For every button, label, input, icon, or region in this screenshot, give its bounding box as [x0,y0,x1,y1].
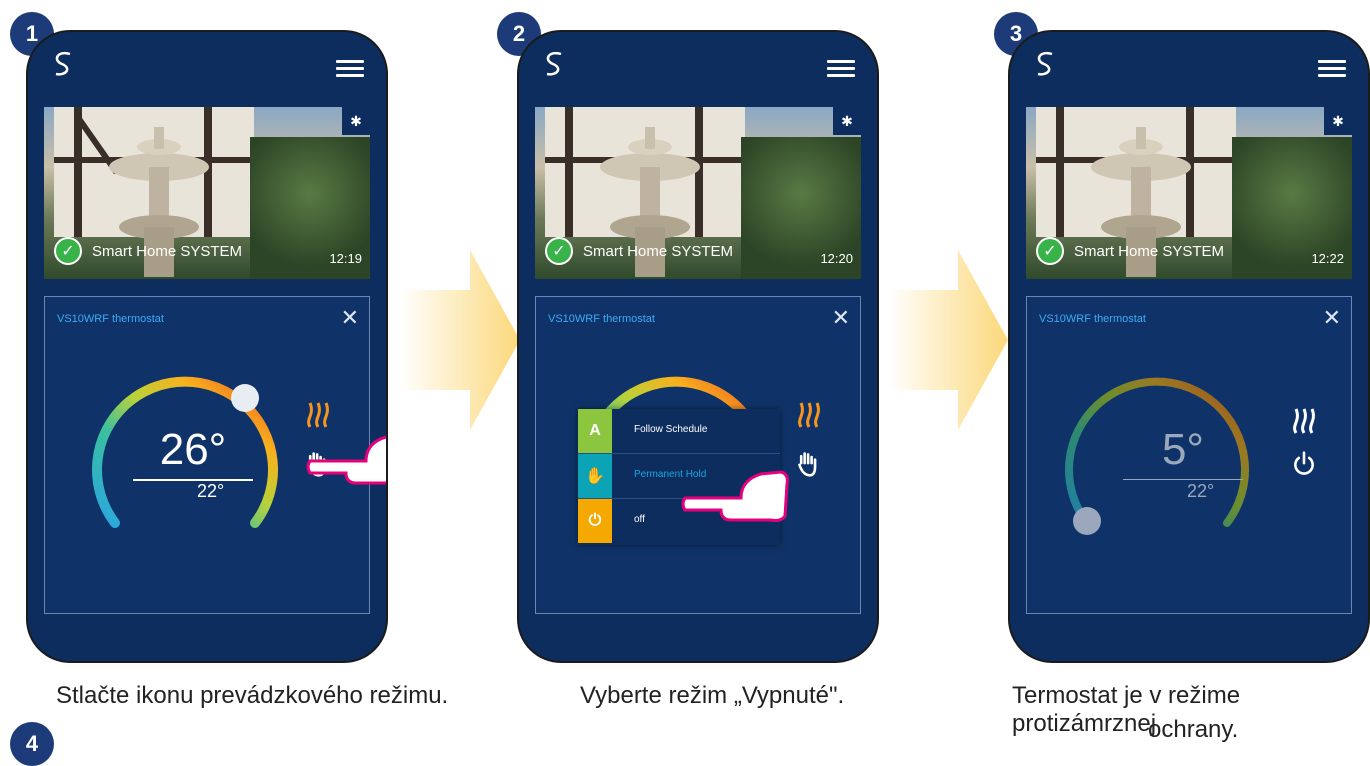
setpoint-temperature: 22° [1187,481,1215,501]
system-time: 12:22 [1311,251,1344,266]
system-time: 12:20 [820,251,853,266]
home-hero-image: ✱ ✓ Smart Home SYSTEM 12:20 [535,107,861,279]
system-name: Smart Home SYSTEM [1074,243,1225,260]
system-name: Smart Home SYSTEM [583,243,734,260]
thermostat-card: VS10WRF thermostat ✕ A Follow Schedule ✋… [535,296,861,614]
hamburger-menu-icon[interactable] [827,60,855,77]
close-icon[interactable]: ✕ [832,305,850,331]
system-name: Smart Home SYSTEM [92,243,243,260]
mode-option-label: Follow Schedule [634,424,708,435]
home-hero-image: ✱ ✓ Smart Home SYSTEM 12:22 [1026,107,1352,279]
auto-schedule-icon: A [578,409,612,453]
close-icon[interactable]: ✕ [1323,305,1341,331]
status-check-icon: ✓ [1036,237,1064,265]
status-check-icon: ✓ [545,237,573,265]
power-icon: ⏻ [578,499,612,543]
setpoint-temperature: 22° [197,481,225,501]
step-1-caption: Stlačte ikonu prevádzkového režimu. [56,682,449,709]
phone-screen-step-3: ✱ ✓ Smart Home SYSTEM 12:22 VS10WRF ther… [1008,30,1370,663]
status-check-icon: ✓ [54,237,82,265]
hand-hold-icon: ✋ [578,454,612,498]
temperature-divider [133,479,253,481]
settings-gear-icon[interactable]: ✱ [342,107,370,135]
thermostat-title: VS10WRF thermostat [57,313,164,325]
hamburger-menu-icon[interactable] [336,60,364,77]
next-step-arrow [400,250,520,430]
step-2-caption: Vyberte režim „Vypnuté". [580,682,845,709]
phone-screen-step-1: ✱ ✓ Smart Home SYSTEM 12:19 VS10WRF ther… [26,30,388,663]
system-time: 12:19 [329,251,362,266]
app-logo-icon [1037,51,1053,76]
temperature-divider [1123,479,1243,480]
heating-icon [307,402,329,428]
settings-gear-icon[interactable]: ✱ [1324,107,1352,135]
app-topbar [1010,32,1368,96]
pointing-hand-icon [306,435,386,485]
thermostat-card: VS10WRF thermostat ✕ 5° 22° [1026,296,1352,614]
hand-hold-icon[interactable] [796,449,822,479]
current-temperature: 5° [1161,425,1205,474]
phone-screen-step-2: ✱ ✓ Smart Home SYSTEM 12:20 VS10WRF ther… [517,30,879,663]
current-temperature: 26° [159,425,227,474]
app-topbar [28,32,386,96]
power-icon[interactable] [1291,451,1317,477]
step-3-caption-line-2: ochrany. [1148,716,1239,743]
heating-icon [1293,408,1315,434]
next-step-arrow [888,250,1008,430]
app-logo-icon [55,51,71,76]
app-topbar [519,32,877,96]
pointing-hand-icon [681,470,789,522]
home-hero-image: ✱ ✓ Smart Home SYSTEM 12:19 [44,107,370,279]
mode-option-follow-schedule[interactable]: A Follow Schedule [578,409,780,454]
settings-gear-icon[interactable]: ✱ [833,107,861,135]
app-logo-icon [546,51,562,76]
thermostat-title: VS10WRF thermostat [548,313,655,325]
hamburger-menu-icon[interactable] [1318,60,1346,77]
close-icon[interactable]: ✕ [341,305,359,331]
step-4-badge: 4 [10,722,54,766]
thermostat-title: VS10WRF thermostat [1039,313,1146,325]
mode-option-label: off [634,514,645,525]
heating-icon [798,402,820,428]
